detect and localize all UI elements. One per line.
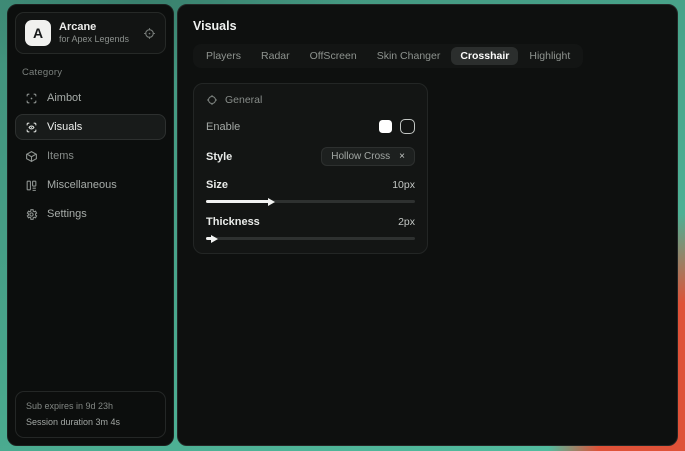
tab-players[interactable]: Players (197, 47, 250, 65)
thickness-value: 2px (398, 216, 415, 228)
tab-radar[interactable]: Radar (252, 47, 299, 65)
style-select[interactable]: Hollow Cross × (321, 147, 415, 166)
size-label: Size (206, 179, 228, 191)
style-value: Hollow Cross (331, 151, 390, 162)
app-window: A Arcane for Apex Legends Category Aimbo… (7, 4, 678, 446)
sidebar-item-label: Items (47, 150, 74, 162)
tab-skin-changer[interactable]: Skin Changer (368, 47, 450, 65)
size-row: Size 10px (206, 179, 415, 191)
visuals-tabbar: Players Radar OffScreen Skin Changer Cro… (193, 44, 583, 68)
tab-crosshair[interactable]: Crosshair (451, 47, 518, 65)
category-label: Category (22, 67, 159, 78)
session-duration-text: Session duration 3m 4s (26, 415, 155, 430)
slider-thumb[interactable] (211, 235, 218, 243)
page-title: Visuals (193, 19, 662, 33)
clear-icon[interactable]: × (399, 151, 405, 162)
slider-thumb[interactable] (268, 198, 275, 206)
app-logo: A (25, 20, 51, 46)
sidebar-item-visuals[interactable]: Visuals (15, 114, 166, 140)
sidebar-item-aimbot[interactable]: Aimbot (15, 85, 166, 111)
thickness-slider[interactable] (206, 237, 415, 240)
subscription-info: Sub expires in 9d 23h Session duration 3… (15, 391, 166, 438)
size-slider[interactable] (206, 200, 415, 203)
sub-expires-text: Sub expires in 9d 23h (26, 399, 155, 414)
aimbot-icon (25, 92, 38, 105)
app-header: A Arcane for Apex Legends (15, 12, 166, 54)
color-swatch[interactable] (379, 120, 392, 133)
sidebar-item-label: Settings (47, 208, 87, 220)
enable-row: Enable (206, 119, 415, 134)
settings-icon (25, 208, 38, 221)
tab-offscreen[interactable]: OffScreen (301, 47, 366, 65)
general-panel: General Enable Style Hollow Cross × Size… (193, 83, 428, 254)
miscellaneous-icon (25, 179, 38, 192)
main-content: Visuals Players Radar OffScreen Skin Cha… (177, 4, 678, 446)
size-value: 10px (392, 179, 415, 191)
items-icon (25, 150, 38, 163)
sidebar-item-miscellaneous[interactable]: Miscellaneous (15, 172, 166, 198)
thickness-label: Thickness (206, 216, 260, 228)
thickness-row: Thickness 2px (206, 216, 415, 228)
app-name: Arcane (59, 21, 135, 35)
sidebar-item-label: Miscellaneous (47, 179, 117, 191)
style-row: Style Hollow Cross × (206, 147, 415, 166)
sidebar-nav: Aimbot Visuals Items (15, 85, 166, 227)
crosshair-icon[interactable] (143, 27, 156, 40)
sidebar-item-settings[interactable]: Settings (15, 201, 166, 227)
sidebar-item-label: Visuals (47, 121, 82, 133)
enable-checkbox[interactable] (400, 119, 415, 134)
app-subtitle: for Apex Legends (59, 34, 135, 45)
sidebar-item-items[interactable]: Items (15, 143, 166, 169)
target-icon (206, 94, 218, 106)
tab-highlight[interactable]: Highlight (520, 47, 579, 65)
style-label: Style (206, 151, 232, 163)
enable-label: Enable (206, 121, 240, 133)
sidebar-item-label: Aimbot (47, 92, 81, 104)
sidebar: A Arcane for Apex Legends Category Aimbo… (7, 4, 174, 446)
panel-title: General (225, 94, 262, 106)
visuals-icon (25, 121, 38, 134)
